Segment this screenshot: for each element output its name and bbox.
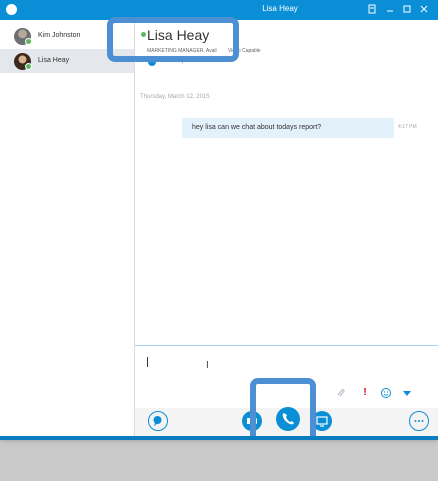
- attach-icon[interactable]: [335, 387, 347, 403]
- chat-button[interactable]: [148, 411, 168, 431]
- text-caret: [147, 357, 148, 367]
- close-icon[interactable]: [418, 3, 430, 15]
- highlight-box-call-button: [250, 378, 316, 436]
- highlight-box-contact-name: [107, 17, 239, 62]
- avatar: [14, 28, 32, 45]
- message-timestamp: 4:17 PM: [398, 124, 417, 130]
- avatar: [14, 53, 32, 70]
- window-bottom-edge: [0, 436, 438, 440]
- presence-online-icon: [25, 63, 32, 70]
- presence-online-icon: [25, 38, 32, 45]
- dropdown-icon[interactable]: [401, 387, 413, 403]
- message-bubble: hey lisa can we chat about todays report…: [182, 118, 394, 138]
- maximize-icon[interactable]: [401, 3, 413, 15]
- more-options-button[interactable]: [409, 411, 429, 431]
- more-options-icon: [414, 420, 424, 422]
- mouse-cursor-ibeam: I: [206, 360, 209, 371]
- skype-window: Lisa Heay Kim Johnston Lisa Heay Lisa He…: [0, 0, 438, 436]
- emoticon-icon[interactable]: [380, 387, 392, 403]
- contact-sidebar: Kim Johnston Lisa Heay: [0, 20, 135, 436]
- restore-icon[interactable]: [366, 3, 378, 15]
- conversation-pane: Lisa Heay MARKETING MANAGER, Avail Video…: [135, 20, 438, 436]
- message-text: hey lisa can we chat about todays report…: [192, 124, 322, 131]
- minimize-icon[interactable]: [384, 3, 396, 15]
- message-date: Thursday, March 12, 2015: [140, 94, 210, 100]
- contact-name: Lisa Heay: [38, 57, 70, 64]
- priority-icon[interactable]: !: [359, 387, 371, 399]
- chat-icon: [153, 416, 162, 426]
- contact-name: Kim Johnston: [38, 32, 81, 39]
